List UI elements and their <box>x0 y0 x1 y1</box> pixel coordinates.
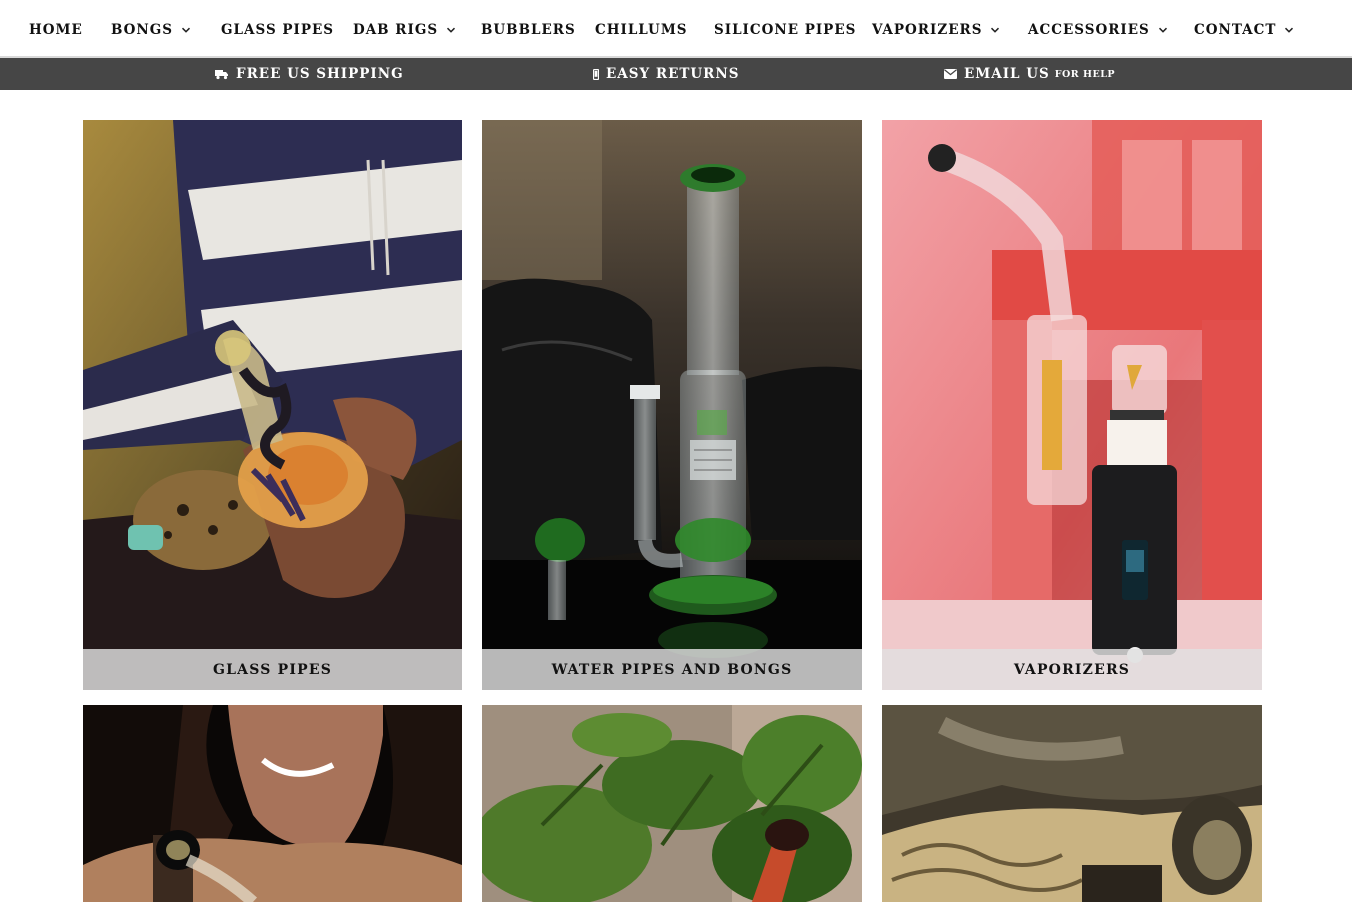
nav-glass-pipes[interactable]: GLASS PIPES <box>221 20 334 40</box>
envelope-icon <box>944 69 957 79</box>
nav-glass-pipes-label: GLASS PIPES <box>221 22 335 38</box>
chevron-down-icon <box>990 25 1000 35</box>
nav-bongs-label: BONGS <box>111 22 174 38</box>
info-bar: FREE US SHIPPING EASY RETURNS EMAIL US F… <box>0 58 1352 90</box>
nav-contact[interactable]: CONTACT <box>1194 20 1294 40</box>
tile-caption: WATER PIPES AND BONGS <box>482 649 862 690</box>
email-us-link[interactable]: EMAIL US FOR HELP <box>944 58 1115 90</box>
chevron-down-icon <box>181 25 191 35</box>
nav-bubblers[interactable]: BUBBLERS <box>481 20 576 40</box>
pipe-among-plants-image <box>482 705 862 902</box>
chevron-down-icon <box>446 25 456 35</box>
truck-icon <box>215 69 229 80</box>
vaporizer-with-glass-attachment-image <box>882 120 1262 690</box>
category-tile-vaporizers[interactable]: VAPORIZERS <box>882 120 1262 690</box>
glass-bong-on-table-image <box>482 120 862 690</box>
chevron-down-icon <box>1284 25 1294 35</box>
nav-vaporizers[interactable]: VAPORIZERS <box>872 20 1000 40</box>
nav-bongs[interactable]: BONGS <box>111 20 191 40</box>
accessories-close-up-image <box>882 705 1262 902</box>
main-navigation: HOME BONGS GLASS PIPES DAB RIGS BUBBLERS… <box>0 0 1352 58</box>
nav-chillums-label: CHILLUMS <box>595 22 688 38</box>
woman-with-glass-pipe-image <box>83 705 462 902</box>
nav-silicone-pipes-label: SILICONE PIPES <box>714 22 857 38</box>
easy-returns-notice: EASY RETURNS <box>593 58 740 90</box>
person-holding-glass-pipe-image <box>83 120 462 690</box>
tile-caption: VAPORIZERS <box>882 649 1262 690</box>
category-tile-5[interactable] <box>482 705 862 902</box>
nav-home[interactable]: HOME <box>29 20 83 40</box>
easy-returns-label: EASY RETURNS <box>606 66 740 82</box>
mobile-icon <box>593 68 599 80</box>
nav-contact-label: CONTACT <box>1194 22 1277 38</box>
nav-chillums[interactable]: CHILLUMS <box>595 20 688 40</box>
nav-dab-rigs[interactable]: DAB RIGS <box>353 20 456 40</box>
free-shipping-label: FREE US SHIPPING <box>236 66 404 82</box>
free-shipping-notice: FREE US SHIPPING <box>215 58 404 90</box>
category-tile-6[interactable] <box>882 705 1262 902</box>
email-us-suffix: FOR HELP <box>1054 68 1116 80</box>
nav-accessories-label: ACCESSORIES <box>1028 22 1150 38</box>
nav-dab-rigs-label: DAB RIGS <box>353 22 439 38</box>
chevron-down-icon <box>1158 25 1168 35</box>
category-tile-4[interactable] <box>83 705 462 902</box>
category-tile-glass-pipes[interactable]: GLASS PIPES <box>83 120 462 690</box>
nav-silicone-pipes[interactable]: SILICONE PIPES <box>714 20 856 40</box>
nav-vaporizers-label: VAPORIZERS <box>872 22 983 38</box>
tile-caption: GLASS PIPES <box>83 649 462 690</box>
nav-home-label: HOME <box>29 22 83 38</box>
nav-bubblers-label: BUBBLERS <box>481 22 576 38</box>
category-tile-water-pipes-and-bongs[interactable]: WATER PIPES AND BONGS <box>482 120 862 690</box>
nav-accessories[interactable]: ACCESSORIES <box>1028 20 1168 40</box>
email-us-label: EMAIL US <box>964 66 1050 82</box>
